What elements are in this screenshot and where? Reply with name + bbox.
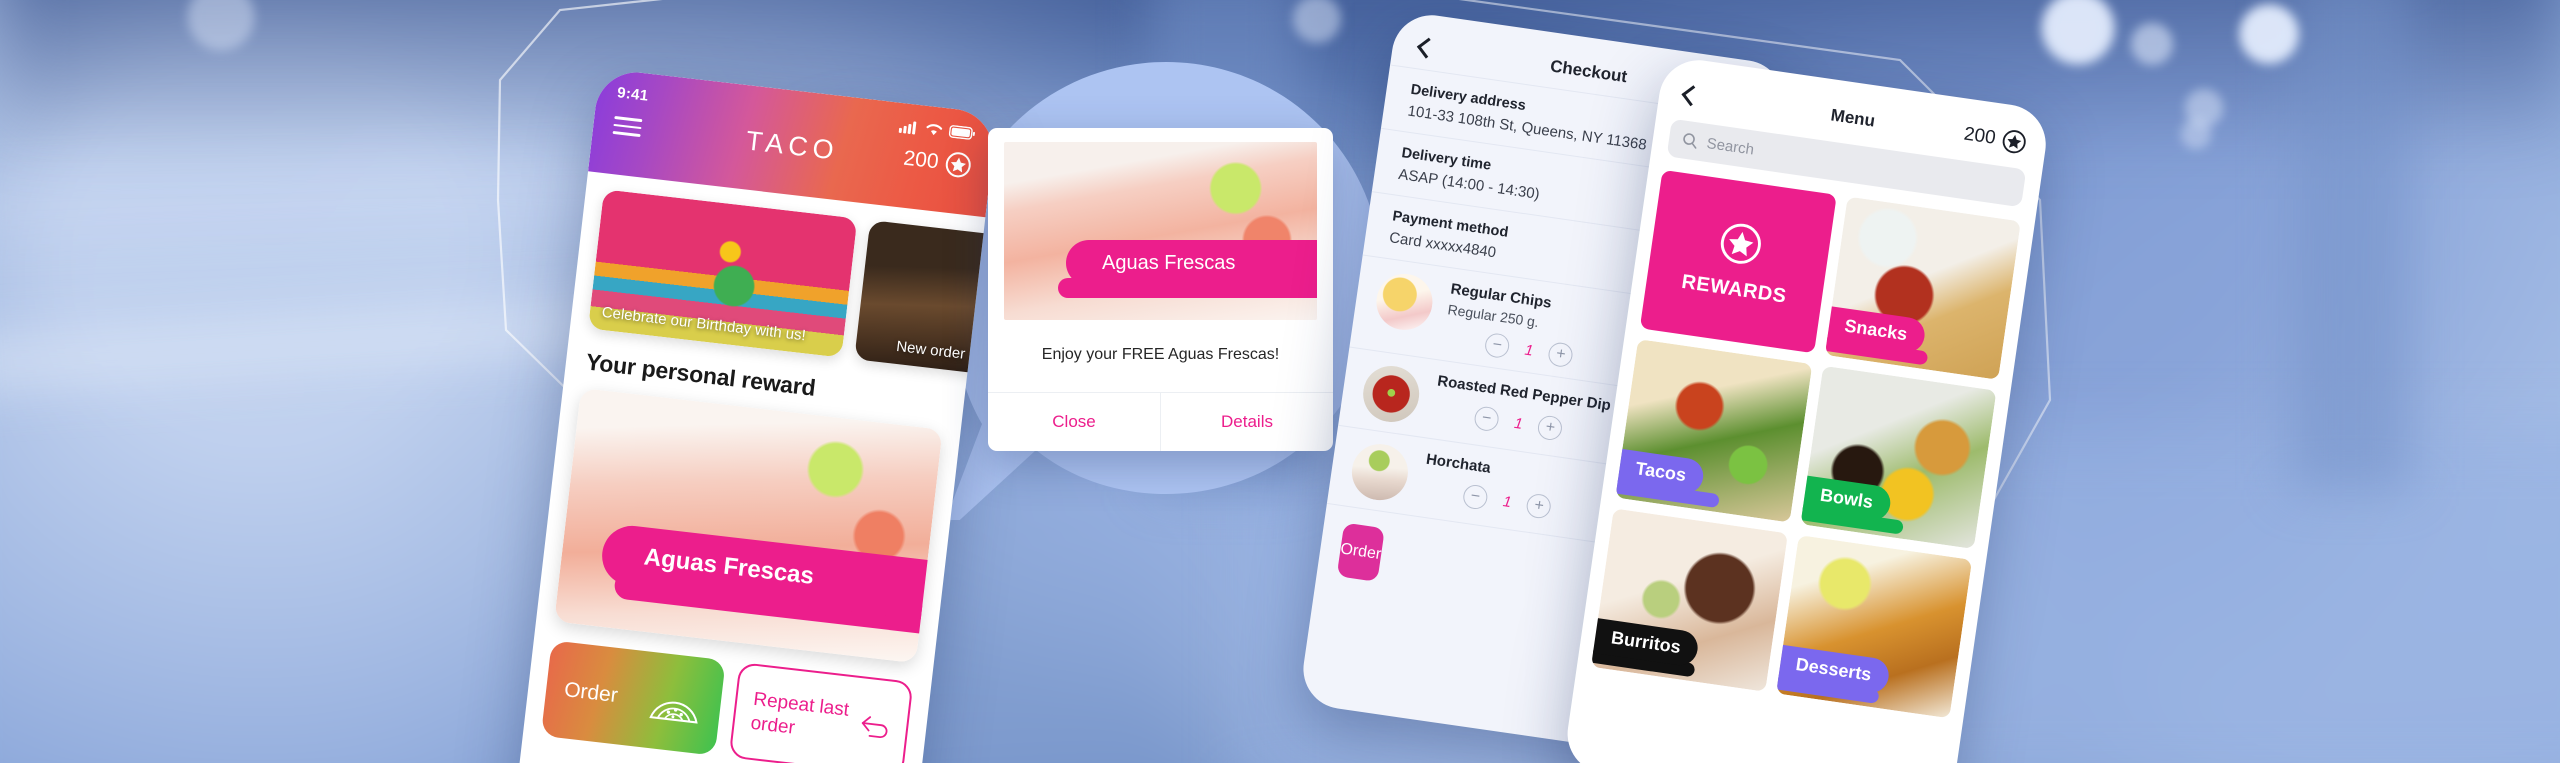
modal-message: Enjoy your FREE Aguas Frescas! bbox=[1041, 346, 1280, 363]
tile-rewards[interactable]: REWARDS bbox=[1639, 169, 1837, 354]
repeat-last-order-button[interactable]: Repeat last order bbox=[728, 661, 914, 763]
home-actions: Order Repeat last order bbox=[540, 640, 914, 763]
minus-circle-icon[interactable]: − bbox=[1461, 483, 1489, 511]
plus-circle-icon[interactable]: + bbox=[1525, 492, 1553, 520]
points-value: 200 bbox=[1962, 123, 1997, 149]
item-quantity: 1 bbox=[1523, 341, 1535, 360]
item-thumbnail bbox=[1372, 270, 1437, 334]
search-icon bbox=[1683, 133, 1697, 149]
checkout-order-button[interactable]: Order bbox=[1336, 522, 1385, 582]
promo-label: Celebrate our Birthday with us! bbox=[600, 303, 807, 345]
tile-tacos[interactable]: Tacos bbox=[1615, 339, 1812, 523]
modal-actions: Close Details bbox=[988, 392, 1333, 451]
home-body: Celebrate our Birthday with us! New orde… bbox=[523, 171, 998, 763]
order-button[interactable]: Order bbox=[540, 640, 726, 756]
bokeh-light bbox=[2180, 118, 2212, 150]
promo-card-birthday[interactable]: Celebrate our Birthday with us! bbox=[587, 189, 858, 358]
reward-modal-dialog: Aguas Frescas Enjoy your FREE Aguas Fres… bbox=[988, 128, 1333, 451]
order-button-label: Order bbox=[563, 678, 619, 708]
promo-carousel[interactable]: Celebrate our Birthday with us! New orde… bbox=[587, 189, 998, 377]
tile-desserts[interactable]: Desserts bbox=[1775, 534, 1973, 719]
repeat-button-label: Repeat last order bbox=[749, 689, 851, 739]
signal-bars-icon bbox=[898, 120, 917, 135]
item-quantity: 1 bbox=[1513, 414, 1524, 433]
star-badge-icon bbox=[945, 152, 971, 178]
return-arrow-icon bbox=[861, 716, 888, 738]
taco-icon bbox=[649, 701, 698, 724]
bokeh-light bbox=[2130, 22, 2174, 66]
star-badge-icon bbox=[1720, 223, 1761, 264]
status-time: 9:41 bbox=[616, 84, 650, 105]
tile-label: REWARDS bbox=[1680, 270, 1789, 308]
tile-snacks[interactable]: Snacks bbox=[1824, 196, 2021, 380]
points-badge[interactable]: 200 bbox=[902, 146, 973, 180]
bokeh-light bbox=[2238, 3, 2300, 65]
tile-burritos[interactable]: Burritos bbox=[1590, 508, 1788, 692]
modal-image: Aguas Frescas bbox=[1004, 142, 1317, 320]
plus-circle-icon[interactable]: + bbox=[1547, 341, 1575, 369]
minus-circle-icon[interactable]: − bbox=[1473, 405, 1501, 433]
points-badge[interactable]: 200 bbox=[1962, 123, 2027, 156]
plus-circle-icon[interactable]: + bbox=[1536, 414, 1564, 442]
background-pillar-2 bbox=[2290, 0, 2410, 490]
battery-icon bbox=[948, 125, 976, 140]
item-thumbnail bbox=[1348, 440, 1412, 504]
wifi-icon bbox=[926, 123, 943, 135]
menu-category-grid: REWARDS Snacks Tacos Bowls Burritos Dess… bbox=[1577, 154, 2037, 720]
modal-image-label: Aguas Frescas bbox=[1066, 240, 1317, 286]
search-placeholder: Search bbox=[1705, 134, 1756, 159]
modal-close-button[interactable]: Close bbox=[988, 393, 1160, 451]
item-quantity: 1 bbox=[1501, 492, 1513, 511]
reward-card[interactable]: Aguas Frescas bbox=[554, 387, 943, 664]
hamburger-menu-icon[interactable] bbox=[612, 116, 643, 137]
modal-details-button[interactable]: Details bbox=[1160, 393, 1333, 451]
points-value: 200 bbox=[902, 146, 940, 174]
star-badge-icon bbox=[2002, 130, 2026, 154]
item-thumbnail bbox=[1359, 362, 1423, 426]
tile-bowls[interactable]: Bowls bbox=[1799, 365, 1997, 550]
minus-circle-icon[interactable]: − bbox=[1483, 331, 1511, 360]
